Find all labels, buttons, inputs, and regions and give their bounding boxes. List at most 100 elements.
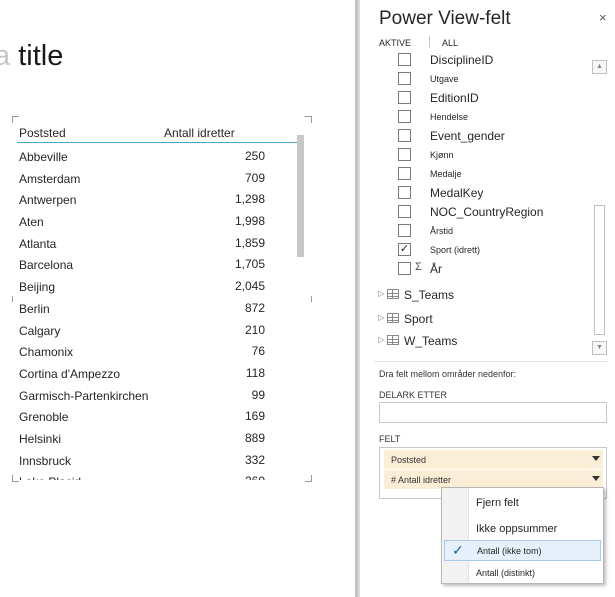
cell-poststed: Helsinki <box>19 431 62 446</box>
cell-antall-idretter: 99 <box>251 387 265 402</box>
field-list-scrollbar[interactable]: ▲ ▼ <box>592 60 607 356</box>
table-row[interactable]: Calgary 210 <box>17 321 297 343</box>
cell-antall-idretter: 332 <box>244 452 265 467</box>
report-canvas[interactable]: a title Poststed Antall idretter Abbevil… <box>0 0 356 597</box>
field-label: Medalje <box>430 169 462 179</box>
cell-antall-idretter: 872 <box>244 300 265 315</box>
field-item[interactable]: Årstid <box>398 222 598 240</box>
table-node[interactable]: ▷ S_Teams <box>378 286 578 304</box>
menu-item[interactable]: ✓ Antall (ikke tom) <box>444 540 601 561</box>
table-row[interactable]: Chamonix 76 <box>17 342 297 364</box>
cell-poststed: Chamonix <box>19 345 74 360</box>
checkbox[interactable] <box>398 148 411 161</box>
field-label: År <box>430 262 442 276</box>
checkbox[interactable] <box>398 262 411 275</box>
table-row[interactable]: Cortina d'Ampezzo 118 <box>17 364 297 386</box>
field-label: Hendelse <box>430 112 469 122</box>
field-label: Årstid <box>430 226 454 236</box>
expand-arrow-icon[interactable]: ▷ <box>378 313 384 322</box>
field-item[interactable]: Event_gender <box>398 127 598 145</box>
checkbox-checked[interactable]: ✓ <box>398 243 411 256</box>
cell-antall-idretter: 2,045 <box>234 279 265 294</box>
felt-item-poststed[interactable]: Poststed <box>384 450 603 469</box>
table-row[interactable]: Garmisch-Partenkirchen 99 <box>17 386 297 408</box>
expand-arrow-icon[interactable]: ▷ <box>378 335 384 344</box>
table-node[interactable]: ▷ Sport <box>378 310 578 328</box>
chevron-down-icon[interactable] <box>592 476 600 481</box>
field-item[interactable]: Hendelse <box>398 108 598 126</box>
menu-item[interactable]: Fjern felt <box>444 493 601 514</box>
table-scrollbar-thumb[interactable] <box>297 135 304 257</box>
menu-item-label: Fjern felt <box>476 497 519 509</box>
cell-antall-idretter: 1,705 <box>234 257 265 272</box>
table-node-label: Sport <box>404 312 433 326</box>
field-item[interactable]: NOC_CountryRegion <box>398 203 598 221</box>
expand-arrow-icon[interactable]: ▷ <box>378 289 384 298</box>
checkbox[interactable] <box>398 129 411 142</box>
cell-antall-idretter: 260 <box>245 474 265 480</box>
table-row[interactable]: Atlanta 1,859 <box>17 234 297 256</box>
cell-poststed: Calgary <box>19 323 61 338</box>
table-row[interactable]: Berlin 872 <box>17 299 297 321</box>
checkbox[interactable] <box>398 91 411 104</box>
checkbox[interactable] <box>398 224 411 237</box>
cell-poststed: Lake Placid <box>19 475 81 480</box>
felt-item-label: # Antall idretter <box>391 475 452 485</box>
field-item[interactable]: EditionID <box>398 89 598 107</box>
chevron-down-icon[interactable] <box>592 456 600 461</box>
field-item[interactable]: Kjønn <box>398 146 598 164</box>
table-row[interactable]: Grenoble 169 <box>17 407 297 429</box>
checkbox[interactable] <box>398 53 411 66</box>
field-item[interactable]: Σ År <box>398 260 598 278</box>
table-row[interactable]: Aten 1,998 <box>17 212 297 234</box>
data-table[interactable]: Poststed Antall idretter Abbeville 250 Ams… <box>10 114 315 480</box>
delark-etter-drop-zone[interactable] <box>379 402 607 423</box>
field-label: EditionID <box>430 91 479 105</box>
table-icon <box>387 335 399 345</box>
felt-label: FELT <box>379 434 401 444</box>
checkmark-icon: ✓ <box>452 542 464 558</box>
field-label: Event_gender <box>430 129 505 143</box>
checkbox[interactable] <box>398 167 411 180</box>
checkbox[interactable] <box>398 186 411 199</box>
cell-antall-idretter: 118 <box>245 365 265 380</box>
field-label: Sport (idrett) <box>430 245 481 255</box>
cell-poststed: Abbeville <box>19 150 68 164</box>
table-row[interactable]: Innsbruck 332 <box>17 451 297 473</box>
table-row[interactable]: Helsinki 889 <box>17 429 297 451</box>
field-item[interactable]: Medalje <box>398 165 598 183</box>
table-header: Poststed Antall idretter <box>17 124 297 143</box>
table-node-label: S_Teams <box>404 288 455 302</box>
table-row[interactable]: Barcelona 1,705 <box>17 255 297 277</box>
field-item[interactable]: Utgave <box>398 70 598 88</box>
table-row[interactable]: Beijing 2,045 <box>17 277 297 299</box>
menu-item[interactable]: Antall (distinkt) <box>444 563 601 584</box>
panel-title: Power View-felt <box>379 8 511 29</box>
scroll-up-icon[interactable]: ▲ <box>592 60 607 74</box>
column-header-antall-idretter[interactable]: Antall idretter <box>164 126 235 140</box>
table-row[interactable]: Amsterdam 709 <box>17 169 297 191</box>
table-row[interactable]: Lake Placid 260 <box>17 472 297 480</box>
tab-all[interactable]: ALL <box>442 38 458 48</box>
cell-poststed: Antwerpen <box>19 193 77 208</box>
table-node[interactable]: ▷ W_Teams <box>378 332 578 350</box>
checkbox[interactable] <box>398 205 411 218</box>
title-text: title <box>18 40 64 72</box>
cell-antall-idretter: 709 <box>244 170 265 185</box>
column-header-poststed[interactable]: Poststed <box>19 126 66 140</box>
field-item[interactable]: DisciplineID <box>398 52 598 69</box>
report-title[interactable]: a title <box>0 40 63 73</box>
checkbox[interactable] <box>398 110 411 123</box>
close-icon[interactable]: × <box>599 10 607 25</box>
felt-item-label: Poststed <box>391 455 427 465</box>
table-row[interactable]: Antwerpen 1,298 <box>17 190 297 212</box>
scrollbar-thumb[interactable] <box>594 205 605 335</box>
field-label: DisciplineID <box>430 53 494 67</box>
tab-aktive[interactable]: AKTIVE <box>379 38 411 48</box>
field-item[interactable]: ✓ Sport (idrett) <box>398 241 598 259</box>
menu-item[interactable]: Ikke oppsummer <box>444 519 601 540</box>
field-item[interactable]: MedalKey <box>398 184 598 202</box>
table-row[interactable]: Abbeville 250 <box>17 147 297 169</box>
checkbox[interactable] <box>398 72 411 85</box>
scroll-down-icon[interactable]: ▼ <box>592 341 607 355</box>
